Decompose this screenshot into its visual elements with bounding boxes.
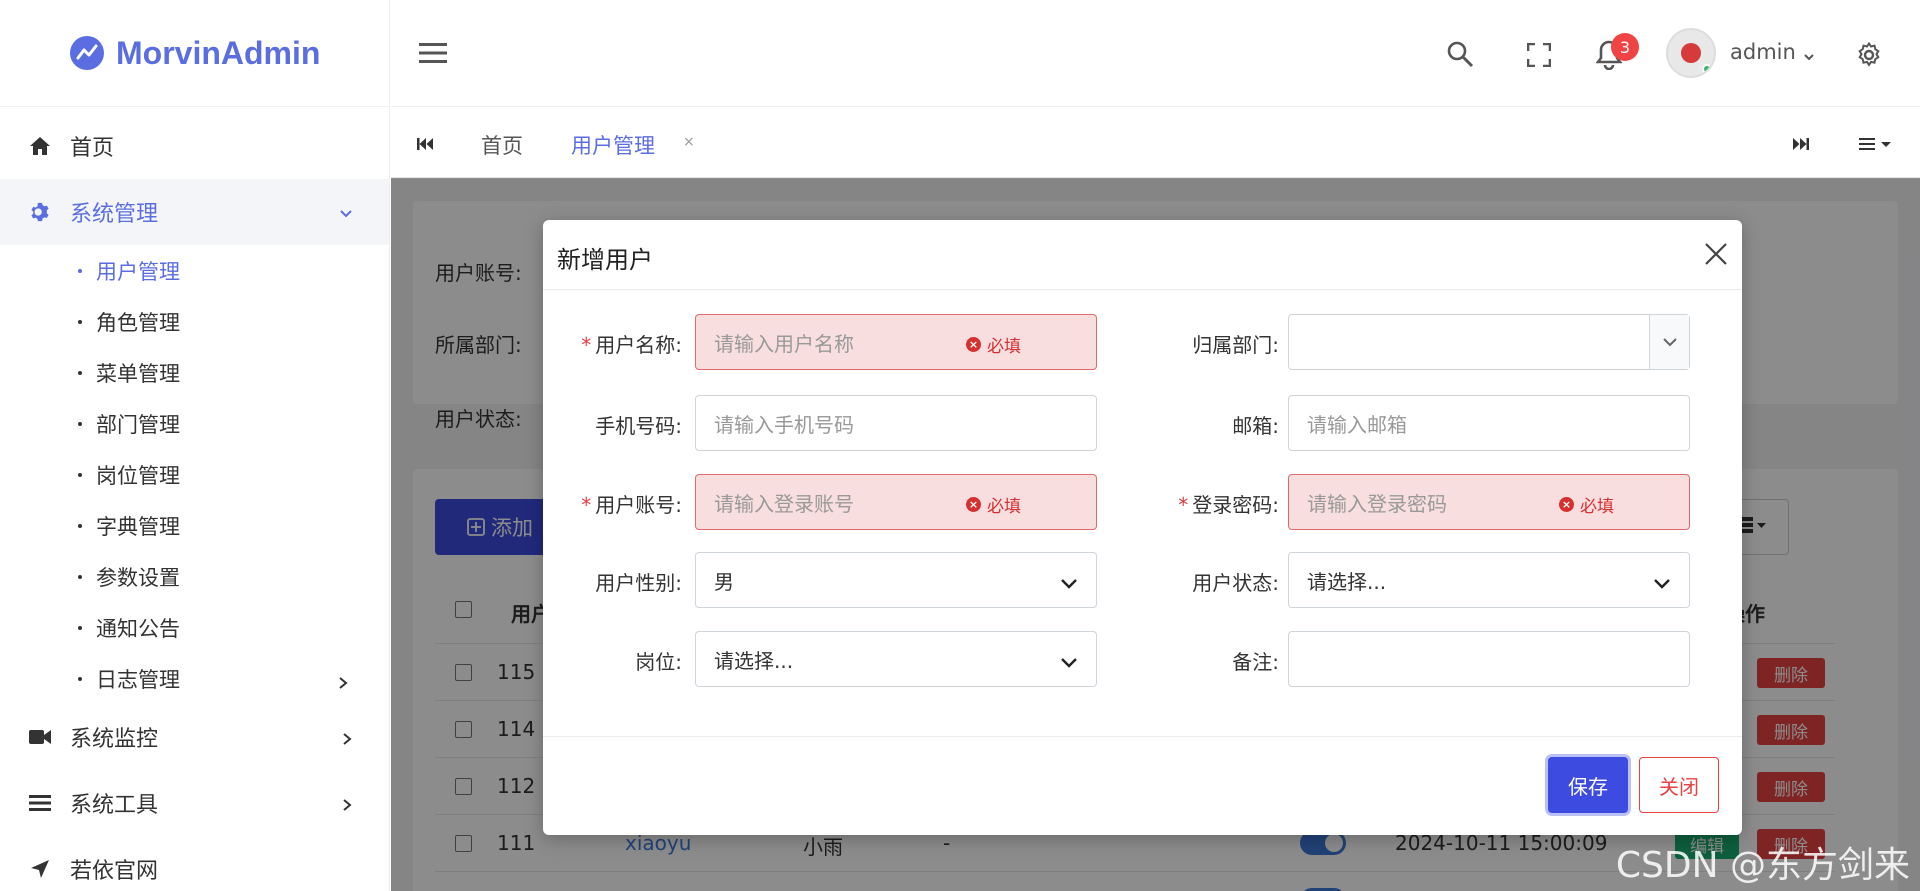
settings-gear-icon[interactable] [1856, 41, 1882, 72]
label-account: * 用户账号: [581, 493, 682, 517]
error-icon: × [1559, 497, 1574, 512]
sidebar-subitem-notice[interactable]: 通知公告 [0, 602, 389, 653]
chevron-down-icon [1060, 571, 1078, 595]
post-select[interactable]: 请选择... [695, 631, 1097, 687]
fullscreen-icon[interactable] [1526, 42, 1552, 71]
sidebar-item-label: 系统管理 [70, 202, 159, 227]
sidebar-item-tools[interactable]: 系统工具 [0, 770, 389, 836]
status-select[interactable]: 请选择... [1288, 552, 1690, 608]
chevron-right-icon [337, 671, 349, 695]
sidebar-item-label: 首页 [70, 136, 115, 161]
username-error: × 必填 [966, 332, 1021, 357]
sidebar-subitem-dept[interactable]: 部门管理 [0, 398, 389, 449]
watermark: CSDN @东方剑来 [1615, 845, 1910, 886]
account-error: × 必填 [966, 492, 1021, 517]
phone-input[interactable]: 请输入手机号码 [695, 395, 1097, 451]
sidebar-subitem-post[interactable]: 岗位管理 [0, 449, 389, 500]
sidebar-subitem-log[interactable]: 日志管理 [0, 653, 389, 704]
label-username: * 用户名称: [581, 333, 682, 357]
label-email: 邮箱: [1232, 414, 1279, 438]
gear-icon [28, 200, 52, 224]
video-icon [28, 725, 52, 749]
location-arrow-icon [28, 857, 52, 881]
username-input[interactable]: 请输入用户名称 × 必填 [695, 314, 1097, 370]
chevron-down-icon [1653, 571, 1671, 595]
tab-close-icon[interactable]: × [683, 134, 695, 150]
label-gender: 用户性别: [595, 571, 682, 595]
sidebar-subitem-config[interactable]: 参数设置 [0, 551, 389, 602]
menu-toggle-icon[interactable] [419, 42, 447, 68]
top-header: 3 admin [391, 0, 1920, 107]
chevron-right-icon [341, 727, 353, 752]
modal-footer: 保存 关闭 [543, 736, 1742, 835]
tab-bar: 首页 用户管理 × [391, 108, 1920, 178]
label-dept: 归属部门: [1192, 333, 1279, 357]
save-button[interactable]: 保存 [1548, 757, 1628, 813]
home-icon [28, 134, 52, 158]
sidebar-subitem-dict[interactable]: 字典管理 [0, 500, 389, 551]
password-input[interactable]: 请输入登录密码 × 必填 [1288, 474, 1690, 530]
close-button[interactable]: 关闭 [1639, 757, 1719, 813]
notification-badge: 3 [1611, 33, 1639, 61]
tab-user-management[interactable]: 用户管理 [571, 130, 655, 160]
sidebar-item-home[interactable]: 首页 [0, 113, 389, 179]
sidebar: MorvinAdmin 首页 系统管理 用户管理 角色管理 菜单管理 部门管理 … [0, 0, 390, 891]
list-icon [28, 791, 52, 815]
logo-icon [70, 36, 104, 70]
tab-home[interactable]: 首页 [481, 130, 523, 160]
chevron-right-icon [341, 793, 353, 818]
modal-title: 新增用户 [557, 246, 653, 274]
close-icon[interactable] [1700, 238, 1732, 270]
email-input[interactable]: 请输入邮箱 [1288, 395, 1690, 451]
tab-scroll-right-icon[interactable] [1793, 136, 1809, 155]
sidebar-item-website[interactable]: 若依官网 [0, 836, 389, 891]
chevron-down-icon [1060, 650, 1078, 674]
chevron-down-icon [339, 202, 353, 227]
label-password: * 登录密码: [1178, 493, 1279, 517]
avatar[interactable] [1666, 28, 1716, 78]
chevron-down-icon[interactable] [1803, 47, 1815, 66]
sidebar-subitem-user[interactable]: 用户管理 [0, 245, 389, 296]
sidebar-item-system[interactable]: 系统管理 [0, 179, 389, 245]
tab-scroll-left-icon[interactable] [417, 136, 433, 155]
sidebar-item-monitor[interactable]: 系统监控 [0, 704, 389, 770]
tab-menu-icon[interactable] [1859, 136, 1893, 155]
chevron-down-icon[interactable] [1649, 315, 1689, 369]
sidebar-subitem-role[interactable]: 角色管理 [0, 296, 389, 347]
error-icon: × [966, 497, 981, 512]
search-icon[interactable] [1446, 40, 1474, 72]
error-icon: × [966, 337, 981, 352]
username[interactable]: admin [1730, 40, 1796, 64]
logo[interactable]: MorvinAdmin [0, 0, 389, 107]
gender-select[interactable]: 男 [695, 552, 1097, 608]
modal-header: 新增用户 [543, 220, 1742, 290]
sidebar-subitem-menu[interactable]: 菜单管理 [0, 347, 389, 398]
account-input[interactable]: 请输入登录账号 × 必填 [695, 474, 1097, 530]
add-user-modal: 新增用户 * 用户名称: 请输入用户名称 × 必填 归属部门: 手机号码: 请输入手… [543, 220, 1742, 835]
password-error: × 必填 [1559, 492, 1614, 517]
label-phone: 手机号码: [595, 414, 682, 438]
remark-input[interactable] [1288, 631, 1690, 687]
dept-select[interactable] [1288, 314, 1690, 370]
label-remark: 备注: [1232, 650, 1279, 674]
label-post: 岗位: [635, 650, 682, 674]
label-status: 用户状态: [1192, 571, 1279, 595]
app-name: MorvinAdmin [116, 34, 321, 71]
